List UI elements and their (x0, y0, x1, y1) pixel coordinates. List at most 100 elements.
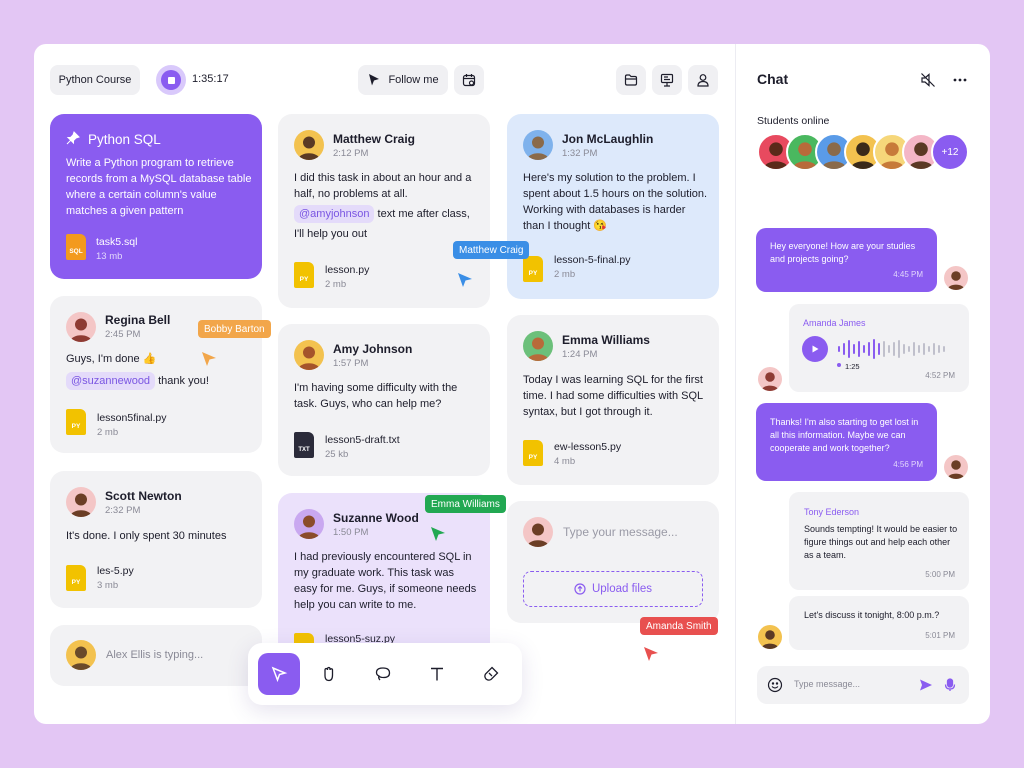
mention[interactable]: @amyjohnson (294, 205, 375, 223)
collab-cursor-icon (431, 527, 445, 541)
avatar (758, 625, 782, 649)
course-label: Python Course (58, 74, 132, 86)
upload-files-button[interactable]: Upload files (523, 571, 703, 607)
author-name: Jon McLaughlin (562, 132, 654, 146)
author-name: Emma Williams (562, 333, 650, 347)
chat-message-time: 4:56 PM (893, 460, 923, 469)
profile-button[interactable] (688, 65, 718, 95)
author-name: Scott Newton (105, 489, 182, 503)
chat-message-text: Hey everyone! How are your studies and p… (770, 241, 916, 264)
post-card[interactable]: Scott Newton 2:32 PM It's done. I only s… (50, 471, 262, 608)
chat-message: Tony Ederson Sounds tempting! It would b… (789, 492, 969, 590)
play-icon (812, 345, 819, 353)
pointer-tool-button[interactable] (258, 653, 300, 695)
chat-sender-name: Amanda James (803, 318, 866, 328)
post-text-2: text me after class, (377, 208, 470, 220)
avatar (294, 509, 324, 539)
chat-message-time: 4:52 PM (925, 371, 955, 380)
avatar (66, 312, 96, 342)
mic-icon[interactable] (943, 678, 957, 692)
post-card[interactable]: Emma Williams 1:24 PM Today I was learni… (507, 315, 719, 485)
task-description: Write a Python program to retrieve recor… (66, 157, 252, 217)
mute-button[interactable] (918, 70, 938, 90)
post-time: 1:57 PM (333, 358, 369, 369)
post-text: Today I was learning SQL for the first t… (523, 374, 703, 418)
post-card[interactable]: Jon McLaughlin 1:32 PM Here's my solutio… (507, 114, 719, 299)
upload-icon (574, 583, 586, 595)
chat-message-input[interactable]: Type message... (794, 679, 860, 689)
file-name[interactable]: les-5.py (97, 565, 134, 577)
avatar (294, 130, 324, 160)
file-size: 2 mb (97, 427, 119, 438)
upload-label: Upload files (591, 583, 653, 595)
chat-message-text: Let's discuss it tonight, 8:00 p.m.? (804, 610, 940, 620)
file-name[interactable]: lesson5-draft.txt (325, 434, 400, 446)
file-size: 25 kb (325, 449, 349, 460)
lasso-tool-icon (375, 667, 391, 681)
composer-card: Type your message... Upload files (507, 501, 719, 623)
chat-divider (735, 44, 736, 724)
calendar-icon (462, 74, 476, 87)
author-name: Suzanne Wood (333, 511, 419, 525)
sticker-tool-button[interactable] (476, 659, 506, 689)
file-size: 4 mb (554, 456, 576, 467)
lasso-tool-button[interactable] (368, 659, 398, 689)
message-input[interactable]: Type your message... (563, 525, 708, 539)
post-mention-line: @suzannewood thank you! (66, 372, 256, 390)
file-name[interactable]: lesson-5-final.py (554, 254, 630, 266)
more-students-badge[interactable]: +12 (931, 133, 969, 171)
chat-input-bar: Type message... (757, 666, 969, 704)
file-size: 2 mb (325, 279, 347, 290)
mention[interactable]: @suzannewood (66, 372, 156, 390)
chat-message: Let's discuss it tonight, 8:00 p.m.? 5:0… (789, 596, 969, 650)
files-button[interactable] (616, 65, 646, 95)
post-mention-line: @amyjohnson text me after class, (294, 205, 484, 223)
folder-icon (624, 74, 638, 86)
task-card[interactable]: Python SQL Write a Python program to ret… (50, 114, 262, 279)
cursor-tag-matthew: Matthew Craig (453, 241, 530, 259)
students-online-label: Students online (757, 115, 830, 127)
typing-indicator: Alex Ellis is typing... (50, 625, 262, 686)
avatar (294, 340, 324, 370)
smile-icon[interactable] (767, 677, 783, 693)
file-name[interactable]: lesson5final.py (97, 412, 166, 424)
chat-message-time: 5:00 PM (925, 570, 955, 579)
file-name[interactable]: ew-lesson5.py (554, 441, 621, 453)
py-file-icon: PY (294, 262, 314, 288)
app-window: Python Course 1:35:17 Follow me Python S… (34, 44, 990, 724)
collab-cursor-icon (458, 273, 472, 287)
text-tool-icon (431, 667, 443, 681)
post-text: Guys, I'm done 👍 (66, 353, 157, 365)
post-text: I had previously encountered SQL in my g… (294, 551, 477, 611)
course-button[interactable]: Python Course (50, 65, 140, 95)
file-type-label: SQL (69, 248, 83, 255)
cursor-tag-emma: Emma Williams (425, 495, 506, 513)
pointer-tool-icon (271, 666, 288, 683)
presentation-button[interactable] (652, 65, 682, 95)
calendar-button[interactable] (454, 65, 484, 95)
post-card[interactable]: Suzanne Wood 1:50 PM I had previously en… (278, 493, 490, 663)
file-type-label: PY (299, 276, 309, 283)
mute-icon (921, 73, 935, 87)
chat-message-text: Sounds tempting! It would be easier to f… (804, 524, 958, 560)
chat-message: Thanks! I'm also starting to get lost in… (756, 403, 937, 481)
pin-icon (66, 131, 80, 145)
file-name: task5.sql (96, 236, 138, 248)
play-button[interactable] (802, 336, 828, 362)
follow-me-button[interactable]: Follow me (358, 65, 448, 95)
collab-cursor-icon (644, 647, 658, 661)
avatar (523, 517, 553, 547)
file-name[interactable]: lesson.py (325, 264, 369, 276)
chat-message: Hey everyone! How are your studies and p… (756, 228, 937, 292)
post-time: 2:32 PM (105, 505, 141, 516)
avatar (944, 455, 968, 479)
text-tool-button[interactable] (422, 659, 452, 689)
chat-message-text: Thanks! I'm also starting to get lost in… (770, 417, 919, 453)
hand-tool-icon (324, 666, 334, 682)
stop-button[interactable] (156, 65, 186, 95)
post-card[interactable]: Amy Johnson 1:57 PM I'm having some diff… (278, 324, 490, 476)
send-icon[interactable] (919, 678, 933, 692)
hand-tool-button[interactable] (314, 659, 344, 689)
file-size: 3 mb (97, 580, 119, 591)
more-button[interactable] (950, 70, 970, 90)
